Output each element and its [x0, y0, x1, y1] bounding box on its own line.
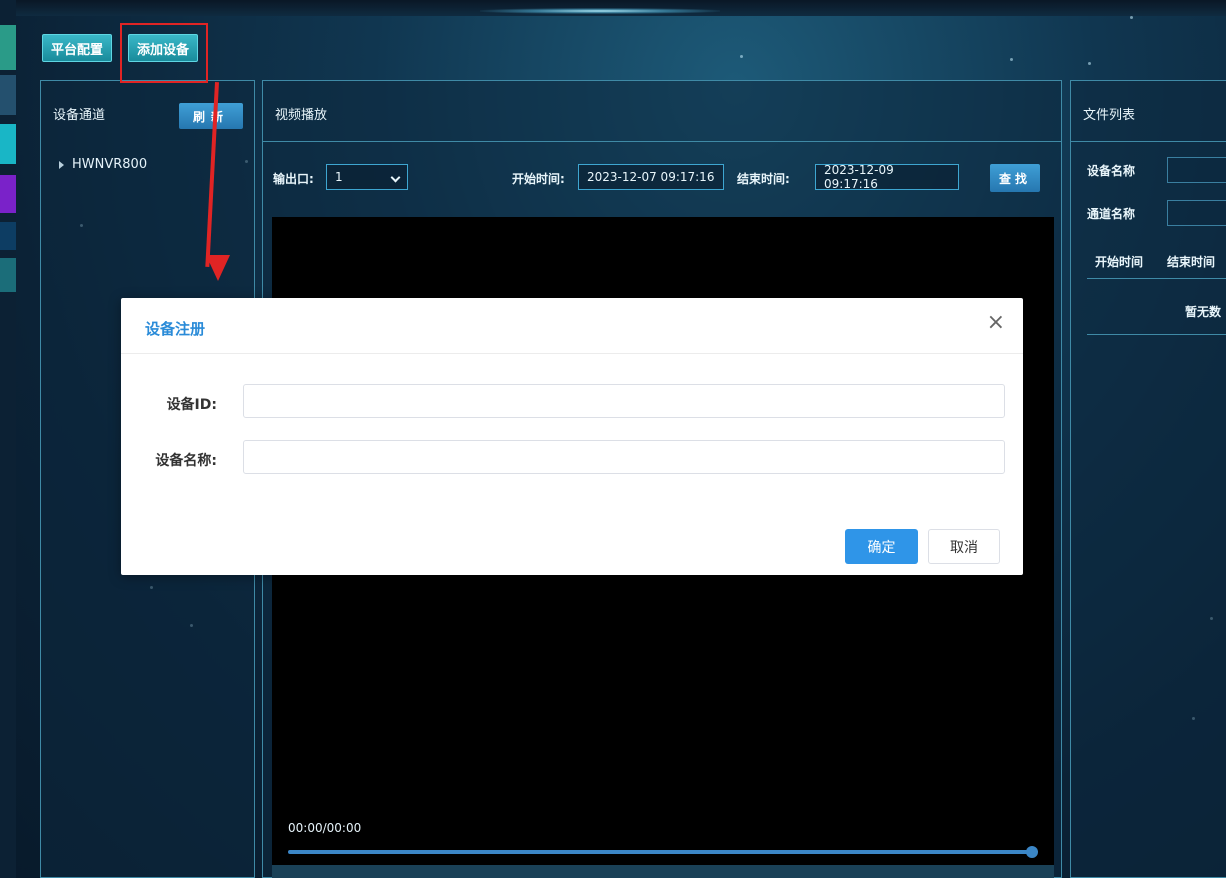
- top-header-bar: [0, 0, 1226, 16]
- column-header-end: 结束时间: [1167, 255, 1216, 269]
- file-channel-name-label: 通道名称: [1087, 207, 1136, 221]
- file-channel-name-input[interactable]: [1167, 200, 1226, 226]
- platform-config-button[interactable]: 平台配置: [42, 34, 113, 62]
- device-channel-title: 设备通道: [53, 108, 106, 123]
- panel-divider: [263, 141, 1061, 142]
- file-device-name-input[interactable]: [1167, 157, 1226, 183]
- chevron-down-icon: [390, 172, 401, 183]
- dialog-divider: [121, 353, 1023, 354]
- left-nav-strip: [0, 0, 16, 878]
- start-time-input[interactable]: 2023-12-07 09:17:16: [578, 164, 724, 190]
- output-label: 输出口:: [273, 172, 314, 186]
- find-button[interactable]: 查找: [990, 164, 1040, 192]
- refresh-button[interactable]: 刷新: [179, 103, 243, 129]
- playback-progress-bar[interactable]: [288, 846, 1038, 858]
- annotation-arrow-icon: [206, 255, 230, 281]
- dialog-title: 设备注册: [145, 320, 206, 338]
- device-id-input[interactable]: [243, 384, 1005, 418]
- output-select[interactable]: 1: [326, 164, 408, 190]
- file-device-name-label: 设备名称: [1087, 164, 1136, 178]
- background-star: [1130, 16, 1133, 19]
- tree-item-hwnvr800[interactable]: HWNVR800: [59, 157, 147, 172]
- expand-triangle-icon[interactable]: [59, 160, 64, 169]
- end-time-label: 结束时间:: [737, 172, 790, 186]
- left-nav-strip-item[interactable]: [0, 124, 16, 164]
- playback-time: 00:00/00:00: [288, 821, 362, 835]
- video-control-bar: [272, 865, 1054, 878]
- output-select-value: 1: [335, 170, 343, 184]
- device-name-label: 设备名称:: [155, 453, 217, 469]
- file-list-title: 文件列表: [1083, 108, 1136, 123]
- device-register-dialog: 设备注册 × 设备ID: 设备名称: 确定 取消: [121, 298, 1023, 575]
- table-header-divider: [1087, 278, 1226, 279]
- annotation-highlight-box: [120, 23, 208, 83]
- panel-divider: [1071, 141, 1226, 142]
- tree-item-label: HWNVR800: [72, 157, 148, 172]
- left-nav-strip-item[interactable]: [0, 258, 16, 292]
- table-body-divider: [1087, 334, 1226, 335]
- left-nav-strip-item[interactable]: [0, 222, 16, 250]
- cancel-button[interactable]: 取消: [928, 529, 1000, 564]
- column-header-start: 开始时间: [1095, 255, 1144, 269]
- background-star: [740, 55, 743, 58]
- progress-handle[interactable]: [1026, 846, 1038, 858]
- video-playback-title: 视频播放: [275, 108, 328, 123]
- confirm-button[interactable]: 确定: [845, 529, 918, 564]
- start-time-label: 开始时间:: [512, 172, 565, 186]
- left-nav-strip-item[interactable]: [0, 25, 16, 70]
- left-nav-strip-item[interactable]: [0, 175, 16, 213]
- background-star: [1010, 58, 1013, 61]
- device-id-label: 设备ID:: [166, 397, 217, 413]
- end-time-input[interactable]: 2023-12-09 09:17:16: [815, 163, 959, 191]
- close-icon[interactable]: ×: [987, 312, 1005, 334]
- empty-data-text: 暂无数: [1185, 305, 1222, 319]
- background-star: [1088, 62, 1091, 65]
- left-nav-strip-item[interactable]: [0, 75, 16, 115]
- device-name-input[interactable]: [243, 440, 1005, 474]
